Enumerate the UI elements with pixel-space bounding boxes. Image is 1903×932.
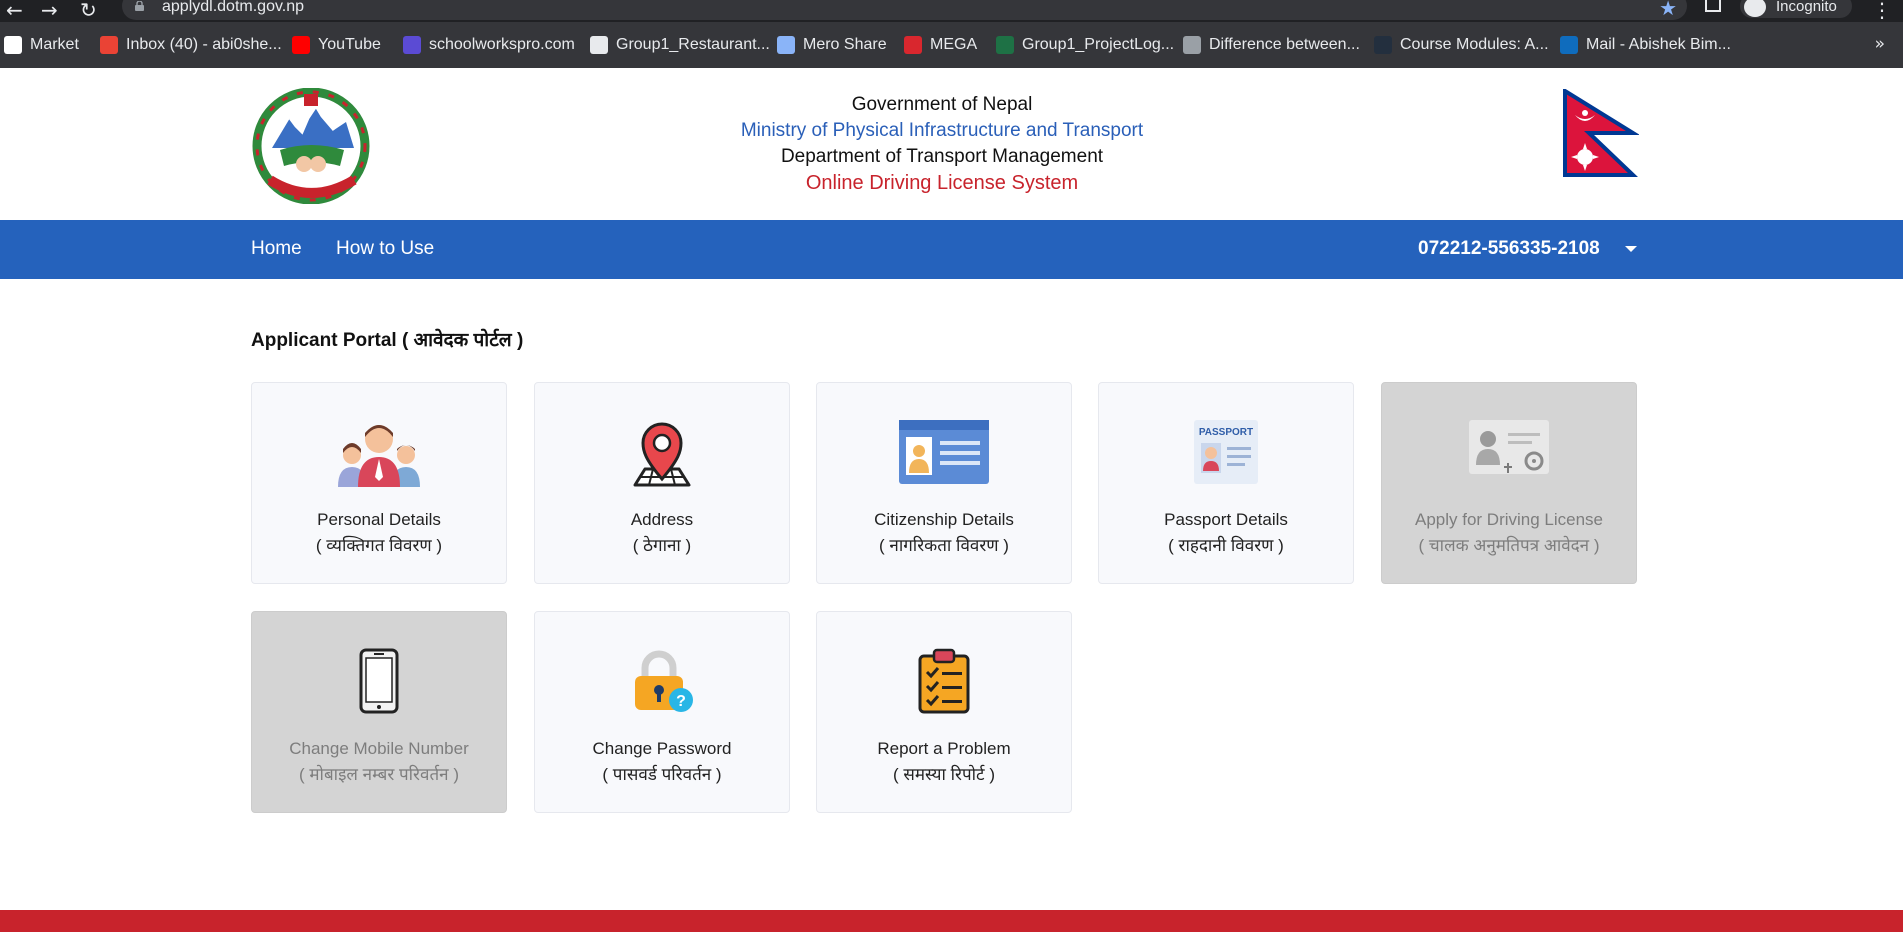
bookmark-schoolworkspro[interactable]: schoolworkspro.com [403, 35, 575, 55]
site-header: Government of Nepal Ministry of Physical… [0, 68, 1903, 220]
forward-arrow-icon[interactable]: → [41, 0, 58, 22]
nepal-flag-icon [1563, 89, 1639, 177]
chevron-down-icon[interactable] [1625, 246, 1637, 252]
bookmark-gmail[interactable]: Inbox (40) - abi0she... [100, 35, 282, 55]
card-label-en: Report a Problem [877, 739, 1011, 758]
card-label-en: Change Password [592, 739, 732, 758]
bookmark-group1-restaurant[interactable]: Group1_Restaurant... [590, 35, 770, 55]
card-report-a-problem[interactable]: Report a Problem ( समस्या रिपोर्ट ) [816, 611, 1072, 813]
bookmark-label: YouTube [318, 36, 381, 53]
bookmark-label: Market [30, 36, 79, 53]
nav-home-link[interactable]: Home [251, 238, 302, 260]
mobile-phone-icon [359, 648, 399, 714]
svg-text:?: ? [676, 693, 686, 710]
youtube-icon [292, 36, 310, 54]
card-label-en: Personal Details [317, 510, 441, 529]
header-titles: Government of Nepal Ministry of Physical… [642, 92, 1242, 196]
bookmark-group1-projectlog[interactable]: Group1_ProjectLog... [996, 35, 1174, 55]
address-bar[interactable]: applydl.dotm.gov.np ★ [122, 0, 1687, 20]
svg-text:PASSPORT: PASSPORT [1199, 427, 1253, 438]
main-navbar: Home How to Use 072212-556335-2108 [0, 220, 1903, 279]
driving-license-icon [1469, 420, 1549, 474]
gmail-icon [100, 36, 118, 54]
incognito-indicator[interactable]: Incognito [1740, 0, 1852, 18]
lock-icon [135, 1, 144, 11]
card-label-np: ( मोबाइल नम्बर परिवर्तन ) [299, 765, 459, 784]
family-icon [338, 425, 420, 487]
card-change-mobile-number[interactable]: Change Mobile Number ( मोबाइल नम्बर परिव… [251, 611, 507, 813]
card-citizenship-details[interactable]: Citizenship Details ( नागरिकता विवरण ) [816, 382, 1072, 584]
more-bookmarks-icon[interactable]: » [1875, 34, 1885, 54]
location-pin-icon [633, 422, 691, 487]
bookmark-mero-share[interactable]: Mero Share [777, 35, 887, 55]
passport-icon: PASSPORT [1194, 420, 1258, 484]
document-icon [590, 36, 608, 54]
incognito-icon [1744, 0, 1766, 17]
browser-menu-icon[interactable]: ⋮ [1872, 0, 1892, 22]
card-label-np: ( चालक अनुमतिपत्र आवेदन ) [1418, 536, 1600, 555]
bookmark-label: Course Modules: A... [1400, 36, 1549, 53]
id-card-icon [899, 420, 989, 484]
padlock-question-icon: ? [635, 650, 693, 712]
bookmark-market[interactable]: Market [4, 35, 79, 55]
bookmark-star-icon[interactable]: ★ [1659, 0, 1677, 20]
bookmark-difference-between[interactable]: Difference between... [1183, 35, 1360, 55]
bookmark-youtube[interactable]: YouTube [292, 35, 381, 55]
page-title: Applicant Portal ( आवेदक पोर्टल ) [251, 330, 524, 351]
ministry-title: Ministry of Physical Infrastructure and … [740, 120, 1144, 141]
system-title: Online Driving License System [805, 172, 1079, 194]
bookmark-label: Mero Share [803, 36, 887, 53]
bookmark-label: Mail - Abishek Bim... [1586, 36, 1731, 53]
url-text: applydl.dotm.gov.np [162, 0, 305, 15]
user-id-menu[interactable]: 072212-556335-2108 [1418, 238, 1600, 260]
browser-toolbar: ← → ↻ applydl.dotm.gov.np ★ Incognito ⋮ [0, 0, 1903, 22]
bookmark-mega[interactable]: MEGA [904, 35, 977, 55]
bookmark-label: schoolworkspro.com [429, 36, 575, 53]
card-label-np: ( ठेगाना ) [632, 536, 692, 555]
card-label-en: Address [630, 510, 694, 529]
bookmark-label: Inbox (40) - abi0she... [126, 36, 282, 53]
card-personal-details[interactable]: Personal Details ( व्यक्तिगत विवरण ) [251, 382, 507, 584]
card-label-en: Citizenship Details [874, 510, 1014, 529]
bookmark-favicon-icon [4, 36, 22, 54]
back-arrow-icon[interactable]: ← [6, 0, 23, 22]
aws-icon [1374, 36, 1392, 54]
footer-bar [0, 910, 1903, 932]
card-passport-details[interactable]: PASSPORT Passport Details ( राहदानी विवर… [1098, 382, 1354, 584]
side-panel-icon[interactable] [1705, 0, 1721, 12]
card-label-en: Apply for Driving License [1414, 510, 1604, 529]
card-address[interactable]: Address ( ठेगाना ) [534, 382, 790, 584]
incognito-label: Incognito [1776, 0, 1837, 15]
card-label-en: Passport Details [1164, 510, 1288, 529]
schoolworkspro-icon [403, 36, 421, 54]
nav-how-to-use-link[interactable]: How to Use [336, 238, 434, 260]
card-apply-driving-license[interactable]: Apply for Driving License ( चालक अनुमतिप… [1381, 382, 1637, 584]
excel-icon [996, 36, 1014, 54]
clipboard-checklist-icon [918, 648, 970, 714]
card-label-np: ( समस्या रिपोर्ट ) [892, 765, 995, 784]
outlook-icon [1560, 36, 1578, 54]
card-label-en: Change Mobile Number [289, 739, 469, 758]
bookmarks-bar: Market Inbox (40) - abi0she... YouTube s… [0, 22, 1903, 68]
bookmark-label: Group1_Restaurant... [616, 36, 770, 53]
website-icon [1183, 36, 1201, 54]
bookmark-outlook-mail[interactable]: Mail - Abishek Bim... [1560, 35, 1731, 55]
government-title: Government of Nepal [851, 94, 1033, 115]
bookmark-label: Difference between... [1209, 36, 1360, 53]
bookmark-label: Group1_ProjectLog... [1022, 36, 1175, 53]
mero-share-icon [777, 36, 795, 54]
bookmark-label: MEGA [930, 36, 978, 53]
card-label-np: ( व्यक्तिगत विवरण ) [315, 536, 443, 555]
nepal-emblem-icon [252, 88, 370, 204]
card-label-np: ( पासवर्ड परिवर्तन ) [602, 765, 722, 784]
department-title: Department of Transport Management [780, 146, 1104, 167]
card-change-password[interactable]: ? Change Password ( पासवर्ड परिवर्तन ) [534, 611, 790, 813]
card-label-np: ( राहदानी विवरण ) [1168, 536, 1284, 555]
mega-icon [904, 36, 922, 54]
bookmark-course-modules[interactable]: Course Modules: A... [1374, 35, 1549, 55]
card-label-np: ( नागरिकता विवरण ) [879, 536, 1009, 555]
reload-icon[interactable]: ↻ [80, 0, 97, 22]
